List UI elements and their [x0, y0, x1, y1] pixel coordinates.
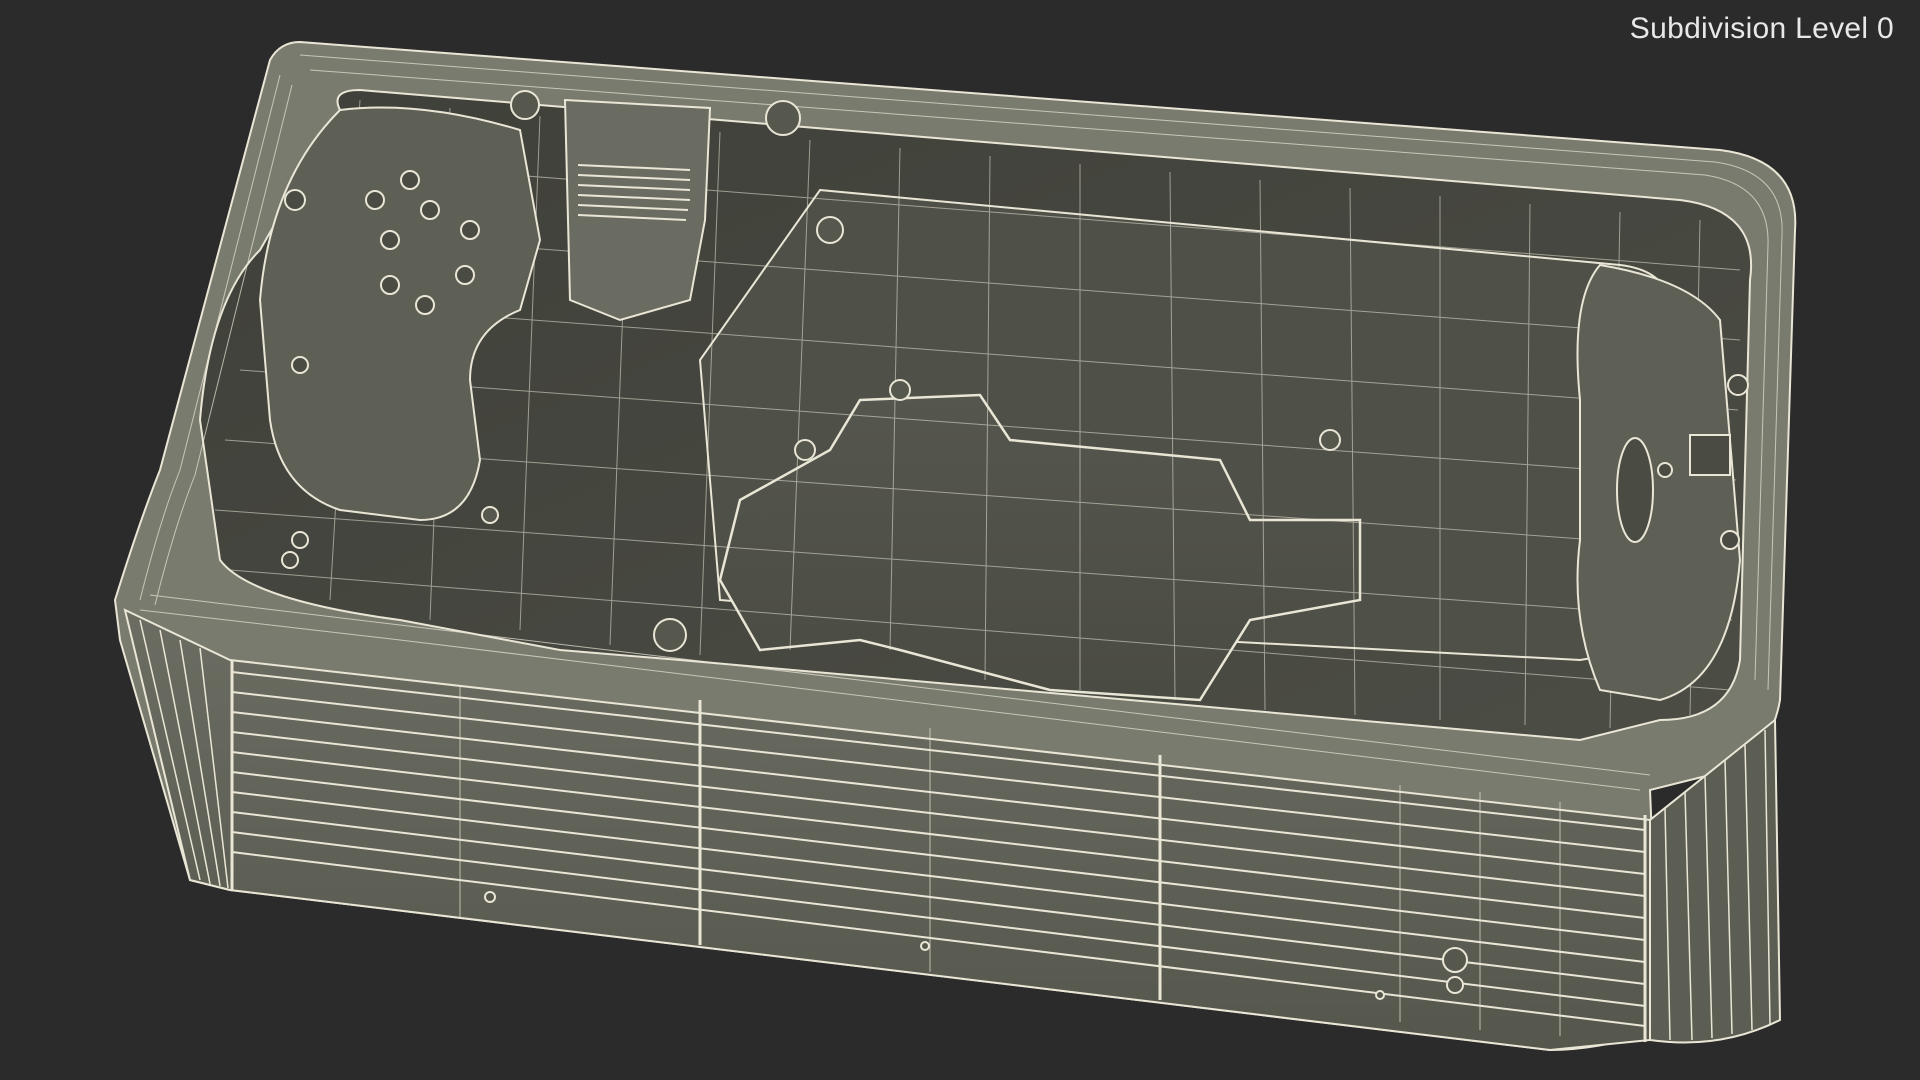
hot-tub-wireframe-render — [113, 40, 1797, 1052]
skimmer-block — [563, 98, 712, 322]
right-lounger — [1576, 263, 1742, 702]
render-viewport: Subdivision Level 0 — [0, 0, 1920, 1080]
subdivision-level-label: Subdivision Level 0 — [1629, 12, 1894, 45]
